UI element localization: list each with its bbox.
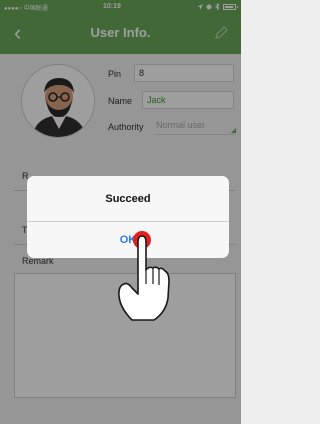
hand-pointer-icon	[118, 231, 170, 321]
dialog-message: Succeed	[105, 193, 151, 205]
